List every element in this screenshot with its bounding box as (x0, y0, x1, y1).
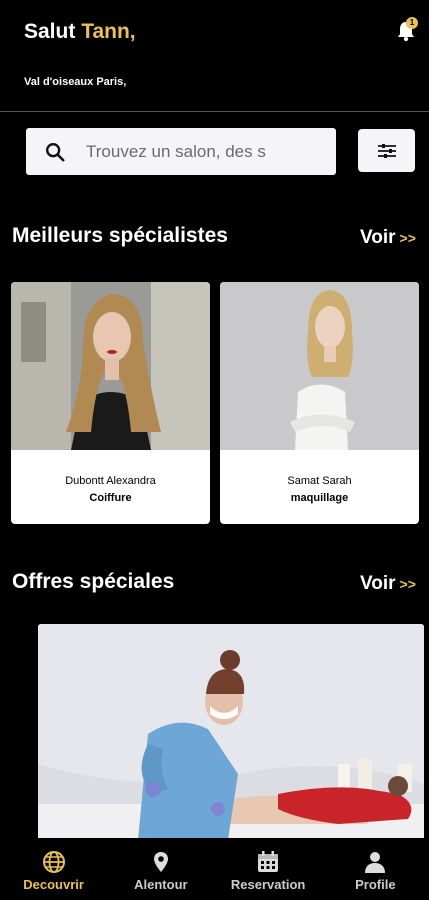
specialist-photo (11, 282, 210, 450)
specialist-name: Samat Sarah (287, 475, 352, 487)
header-divider (0, 111, 429, 112)
nav-label: Alentour (134, 877, 188, 892)
search-input[interactable] (86, 141, 276, 162)
globe-icon (42, 851, 65, 873)
specialist-specialty: maquillage (290, 492, 349, 504)
see-all-arrows: >> (399, 230, 416, 246)
specialist-specialty: Coiffure (89, 492, 132, 504)
specialist-card[interactable]: Dubontt Alexandra Coiffure (11, 282, 210, 524)
see-all-arrows: >> (399, 576, 416, 592)
specialist-info: Dubontt Alexandra Coiffure (11, 450, 210, 524)
specialists-title: Meilleurs spécialistes (12, 224, 228, 247)
search-bar[interactable] (26, 128, 336, 175)
notification-button[interactable]: 1 (396, 17, 418, 42)
specialist-card[interactable]: Samat Sarah maquillage (220, 282, 419, 524)
nav-item-profile[interactable]: Profile (322, 838, 429, 900)
nav-item-alentour[interactable]: Alentour (107, 838, 214, 900)
specialists-see-all-link[interactable]: Voir >> (360, 227, 416, 249)
see-all-label: Voir (360, 227, 396, 248)
notification-badge: 1 (406, 17, 418, 29)
location-label: Val d'oiseaux Paris, (24, 76, 127, 88)
offers-see-all-link[interactable]: Voir >> (360, 573, 416, 595)
search-icon (46, 142, 65, 162)
location-pin-icon (153, 852, 168, 872)
offers-title: Offres spéciales (12, 570, 175, 593)
greeting: Salut Tann, (24, 20, 136, 44)
nav-label: Decouvrir (23, 877, 84, 892)
header: Salut Tann, 1 Val d'oiseaux Paris, (0, 0, 429, 112)
nav-label: Profile (355, 877, 396, 892)
user-name: Tann, (81, 20, 136, 43)
specialist-name: Dubontt Alexandra (65, 475, 156, 487)
filter-sliders-icon (377, 143, 396, 158)
nav-item-reservation[interactable]: Reservation (215, 838, 322, 900)
filter-button[interactable] (358, 129, 415, 172)
specialist-info: Samat Sarah maquillage (220, 450, 419, 524)
specialist-photo (220, 282, 419, 450)
see-all-label: Voir (360, 573, 396, 594)
user-icon (365, 852, 386, 873)
bottom-navigation: Decouvrir Alentour Reservation Profile (0, 838, 429, 900)
calendar-icon (258, 851, 279, 872)
offer-photo (38, 624, 424, 840)
special-offer-card[interactable] (38, 624, 424, 840)
nav-label: Reservation (230, 877, 306, 892)
greeting-prefix: Salut (24, 20, 76, 43)
nav-item-decouvrir[interactable]: Decouvrir (0, 838, 107, 900)
